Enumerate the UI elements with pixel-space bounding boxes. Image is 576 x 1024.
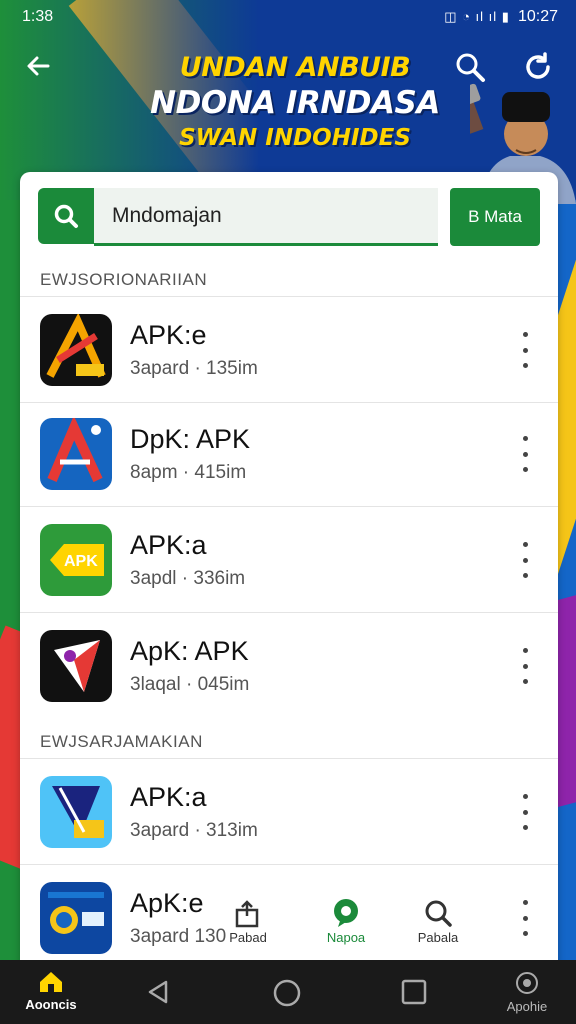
app-subtitle: 3apard 130 [130, 926, 227, 947]
app-title: APK:a [130, 530, 207, 560]
tab-chat[interactable]: Napoa [316, 896, 376, 945]
header-search-icon[interactable] [453, 50, 487, 84]
more-options-icon[interactable] [516, 648, 534, 684]
results-card: B Mata EWJSORIONARIIAN APK:e 3apard · 13… [20, 172, 558, 972]
status-time-right: 10:27 [517, 8, 558, 25]
tab-search-label: Pabala [417, 930, 459, 945]
more-options-icon[interactable] [516, 332, 534, 368]
list-item-app[interactable]: APK:a 3apard · 313im [20, 760, 558, 864]
list-item-app[interactable]: DpK: APK 8apm · 415im [20, 402, 558, 506]
search-input[interactable] [94, 188, 438, 246]
search-bar: B Mata [38, 188, 540, 248]
divider [20, 506, 558, 507]
status-bar: 1:38 ◫ ◔ ıl ıl ▮ 10:27 [0, 0, 576, 34]
nav-home-label: Aooncis [25, 997, 77, 1012]
apk-red-a-icon [40, 314, 112, 386]
nav-extra-label: Apohie [506, 999, 548, 1014]
app-title: APK:a [130, 782, 207, 812]
app-subtitle: 3apard · 135im [130, 358, 258, 379]
list-item-app[interactable]: ApK: APK 3laqal · 045im [20, 614, 558, 718]
share-icon [218, 896, 278, 930]
app-title: APK:e [130, 320, 207, 350]
more-options-icon[interactable] [516, 794, 534, 830]
header-refresh-icon[interactable] [521, 50, 555, 84]
section-header-2: EWJSARJAMAKIAN [40, 732, 203, 751]
apk-blue-a-icon [40, 418, 112, 490]
extra-circle-icon [516, 972, 538, 994]
nav-home-circle-icon[interactable] [272, 978, 302, 1011]
list-item-app[interactable]: ApK:e 3apard 130 [20, 866, 558, 970]
app-title: DpK: APK [130, 424, 251, 454]
apk-poster-icon [40, 776, 112, 848]
list-item-app[interactable]: APK APK:a 3apdl · 336im [20, 508, 558, 612]
app-title: ApK:e [130, 888, 204, 918]
list-item-app[interactable]: APK:e 3apard · 135im [20, 298, 558, 402]
more-options-icon[interactable] [516, 436, 534, 472]
divider [20, 296, 558, 297]
app-subtitle: 3apdl · 336im [130, 568, 246, 589]
tab-share-label: Pabad [229, 930, 267, 945]
tab-chat-label: Napoa [326, 930, 366, 945]
header-banner: UNDAN ANBUIB NDONA IRNDASA SWAN INDOHIDE… [0, 34, 576, 204]
status-signal-icons: ◫ ◔ ıl ıl ▮ [444, 9, 510, 24]
nav-extra[interactable]: Apohie [500, 970, 554, 1014]
more-options-icon[interactable] [516, 900, 534, 936]
banner-line-1: UNDAN ANBUIB [179, 52, 411, 83]
back-arrow-icon[interactable] [22, 50, 54, 82]
divider [20, 864, 558, 865]
nav-back-icon[interactable] [144, 978, 172, 1009]
app-subtitle: 8apm · 415im [130, 462, 247, 483]
tab-share[interactable]: Pabad [218, 896, 278, 945]
promo-banner-text: UNDAN ANBUIB NDONA IRNDASA SWAN INDOHIDE… [150, 52, 440, 151]
chat-icon [316, 896, 376, 930]
apk-green-icon: APK [40, 524, 112, 596]
app-title: ApK: APK [130, 636, 249, 666]
apk-black-icon [40, 630, 112, 702]
system-nav-bar: Aooncis Apohie [0, 960, 576, 1024]
banner-line-2: NDONA IRNDASA [150, 85, 440, 121]
app-subtitle: 3apard · 313im [130, 820, 258, 841]
divider [20, 758, 558, 759]
section-header-1: EWJSORIONARIIAN [40, 270, 208, 289]
svg-text:APK: APK [64, 553, 98, 570]
tab-search[interactable]: Pabala [408, 896, 468, 945]
nav-recents-icon[interactable] [400, 978, 428, 1009]
more-options-icon[interactable] [516, 542, 534, 578]
search-icon[interactable] [38, 188, 94, 244]
status-time-left: 1:38 [22, 8, 54, 25]
home-icon [40, 972, 62, 992]
nav-home[interactable]: Aooncis [22, 970, 80, 1012]
app-subtitle: 3laqal · 045im [130, 674, 250, 695]
search-icon [408, 896, 468, 930]
banner-line-3: SWAN INDOHIDES [179, 125, 411, 151]
search-submit-button[interactable]: B Mata [450, 188, 540, 246]
apk-seal-icon [40, 882, 112, 954]
divider [20, 612, 558, 613]
